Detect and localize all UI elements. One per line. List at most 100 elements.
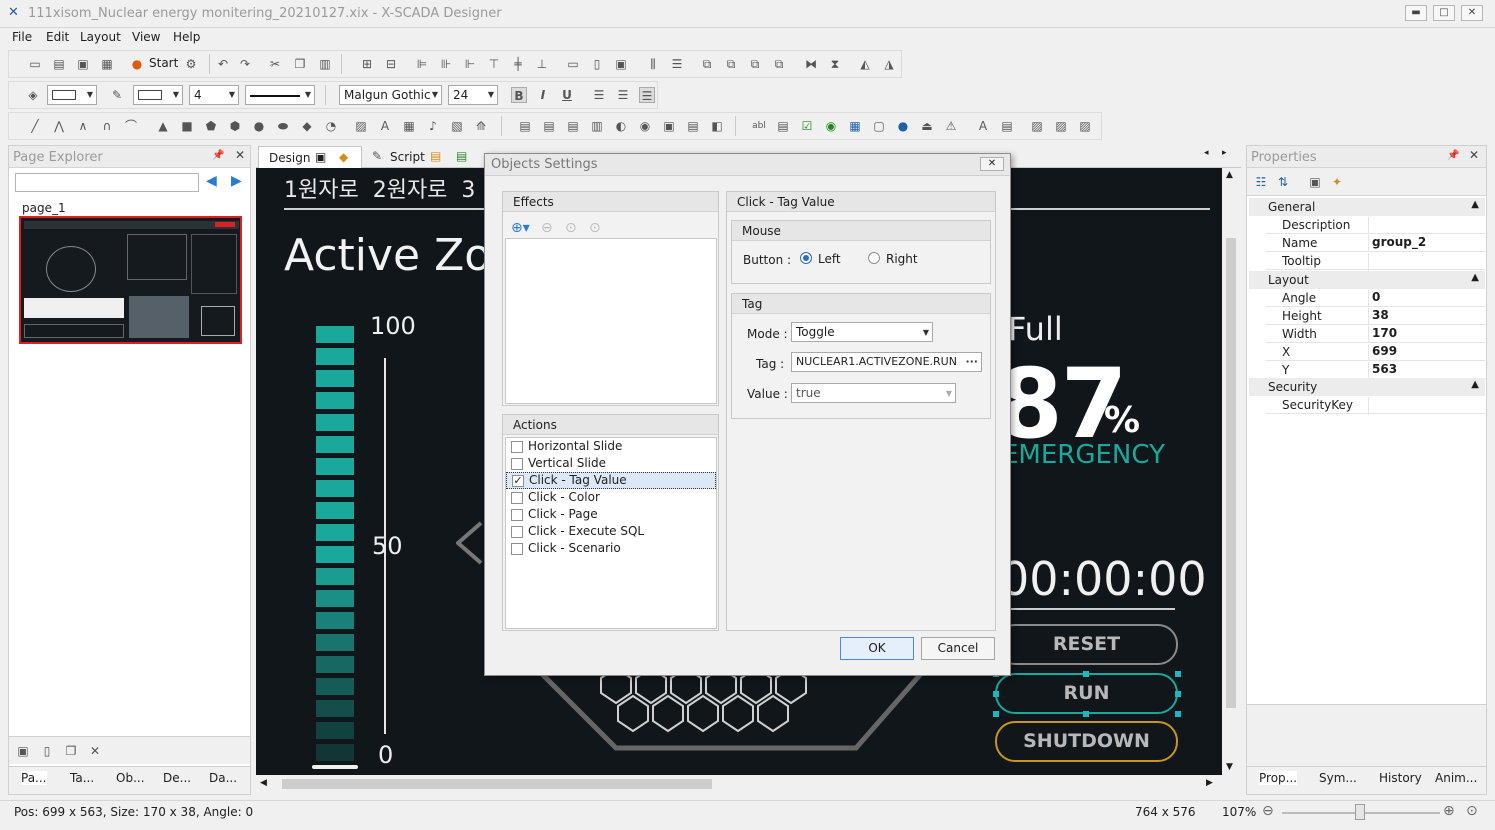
pin-icon[interactable]: 📌 [212,150,224,161]
font-control-icon[interactable]: A [975,118,991,134]
selection-handle[interactable] [993,711,999,717]
property-pages-icon[interactable]: ▣ [1307,174,1323,190]
web-control-icon[interactable]: ● [895,118,911,134]
send-backward-icon[interactable]: ⧉ [771,56,787,72]
distribute-v-icon[interactable]: ☰ [669,56,685,72]
triangle-tool-icon[interactable]: ▲ [155,118,171,134]
symbol4-icon[interactable]: ▥ [589,118,605,134]
trend-tool-icon[interactable]: ▧ [449,118,465,134]
action-item[interactable]: Vertical Slide [506,455,716,472]
categorized-icon[interactable]: ☷ [1253,174,1269,190]
line-width-select[interactable]: 4 ▼ [189,85,239,105]
pin-icon[interactable]: 📌 [1447,150,1459,161]
bezier-tool-icon[interactable]: ∩ [99,118,115,134]
horizontal-scroll-thumb[interactable] [282,779,712,789]
menu-file[interactable]: File [12,30,32,44]
save-icon[interactable]: ▣ [75,56,91,72]
paste-icon[interactable]: ▥ [317,56,333,72]
label-control-icon[interactable]: abl [751,118,767,134]
same-size-icon[interactable]: ▣ [613,56,629,72]
symbol6-icon[interactable]: ◉ [637,118,653,134]
thumbnail-view-icon[interactable]: ▣ [15,743,31,759]
cancel-button[interactable]: Cancel [921,637,995,660]
scroll-right-icon[interactable]: ▶ [1206,778,1213,788]
delete-page-icon[interactable]: ✕ [87,743,103,759]
left-radio[interactable] [800,252,812,264]
rotate-left-icon[interactable]: ◭ [857,56,873,72]
symbol2-icon[interactable]: ▤ [541,118,557,134]
page-thumbnail[interactable] [19,216,242,344]
value-select[interactable]: true ▼ [791,383,956,403]
dialog-close-button[interactable]: ✕ [980,157,1004,171]
right-radio[interactable] [868,252,880,264]
horizontal-scrollbar[interactable]: ◀ ▶ [256,775,1222,793]
scroll-left-icon[interactable]: ◀ [260,778,267,788]
shutdown-button[interactable]: SHUTDOWN [995,721,1178,762]
checked-icon[interactable]: ✓ [512,475,524,487]
hexagon-tool-icon[interactable]: ⬢ [227,118,243,134]
property-row[interactable]: Tooltip [1266,252,1485,271]
zoom-slider-thumb[interactable] [1355,804,1365,820]
property-row[interactable]: X 699 [1266,343,1485,362]
selection-handle[interactable] [1175,711,1181,717]
tag-input[interactable]: NUCLEAR1.ACTIVEZONE.RUN ··· [791,352,982,372]
table-control-icon[interactable]: ▤ [999,118,1015,134]
align-bottom-icon[interactable]: ⊥ [534,56,550,72]
copy-icon[interactable]: ❐ [292,56,308,72]
property-row[interactable]: Width 170 [1266,325,1485,344]
line-chart-control-icon[interactable]: ▨ [1053,118,1069,134]
property-row[interactable]: Description [1266,216,1485,235]
bring-front-icon[interactable]: ⧉ [699,56,715,72]
tab-script[interactable]: ✎ Script ▤ ▤ [368,146,488,168]
action-item[interactable]: Horizontal Slide [506,438,716,455]
flip-v-icon[interactable]: ⧗ [827,56,843,72]
tab-objects[interactable]: Ob... [116,771,145,785]
italic-button[interactable]: I [535,87,551,103]
selection-handle[interactable] [1175,671,1181,677]
menu-help[interactable]: Help [173,30,200,44]
close-window-button[interactable]: ✕ [1461,5,1483,21]
tab-symbols[interactable]: Sym... [1319,771,1357,785]
mode-select[interactable]: Toggle ▼ [791,322,933,342]
symbol7-icon[interactable]: ▣ [661,118,677,134]
bar-chart-control-icon[interactable]: ▨ [1077,118,1093,134]
category-layout[interactable]: Layout ▲ [1249,271,1485,289]
tab-animation[interactable]: Anim... [1435,771,1477,785]
textbox-control-icon[interactable]: ▤ [775,118,791,134]
panel-close-icon[interactable]: ✕ [1469,148,1479,162]
tab-pages[interactable]: Pa... [21,771,47,785]
move-up-effect-icon[interactable]: ⊙ [589,220,601,236]
property-row[interactable]: SecurityKey [1266,396,1485,415]
circle-tool-icon[interactable]: ● [251,118,267,134]
zoom-in-icon[interactable]: ⊕ [1443,803,1455,819]
sort-alpha-icon[interactable]: ⇅ [1275,174,1291,190]
pen-icon[interactable]: ✎ [109,87,125,103]
export-script-icon[interactable]: ▤ [456,149,467,163]
pie-tool-icon[interactable]: ◔ [323,118,339,134]
cut-icon[interactable]: ✂ [267,56,283,72]
action-item[interactable]: Click - Page [506,506,716,523]
zoom-fit-icon[interactable]: ⊙ [1466,803,1478,819]
open-script-icon[interactable]: ▤ [430,149,441,163]
image-tool-icon[interactable]: ▨ [353,118,369,134]
fill-style-select[interactable]: ▼ [47,85,97,105]
tab-history[interactable]: History [1379,771,1422,785]
stop-icon[interactable]: ⚙ [183,56,199,72]
text-align-center-icon[interactable]: ☰ [615,87,631,103]
rectangle-tool-icon[interactable]: ■ [179,118,195,134]
open-folder-icon[interactable]: ▤ [51,56,67,72]
symbol5-icon[interactable]: ◐ [613,118,629,134]
text-align-right-icon[interactable]: ☰ [639,87,655,103]
run-button[interactable]: RUN [995,673,1178,714]
align-center-icon[interactable]: ⊪ [438,56,454,72]
menu-view[interactable]: View [132,30,160,44]
line-dash-select[interactable]: ▼ [245,85,315,105]
tab-design[interactable]: Design ▣ ◆ [258,146,362,168]
copy-page-icon[interactable]: ❐ [63,743,79,759]
selection-handle[interactable] [1083,711,1089,717]
font-size-select[interactable]: 24 ▼ [448,85,498,105]
effects-list[interactable] [505,238,717,404]
frame-control-icon[interactable]: ▢ [871,118,887,134]
align-top-icon[interactable]: ⊤ [486,56,502,72]
tab-properties[interactable]: Prop... [1259,771,1298,785]
